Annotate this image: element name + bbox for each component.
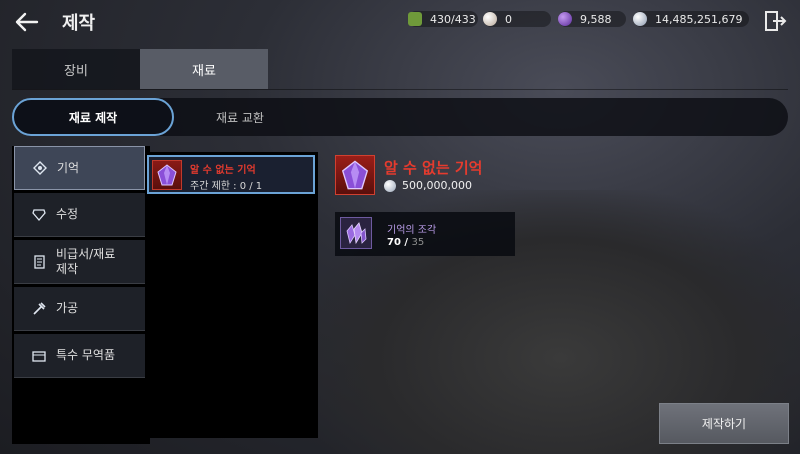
detail-item-name: 알 수 없는 기억 <box>384 159 483 177</box>
purple-crystal-icon <box>157 164 177 186</box>
green-shield-icon <box>408 12 422 26</box>
material-owned: 70 <box>387 237 401 248</box>
currency-stamina: 430/433 <box>408 11 478 27</box>
category-crystal[interactable]: 수정 <box>14 193 145 237</box>
trade-goods-icon <box>32 349 46 363</box>
detail-cost-value: 500,000,000 <box>402 179 472 192</box>
memory-fragment-icon <box>346 222 367 245</box>
item-thumbnail <box>152 160 182 190</box>
top-bar: 제작 430/433 0 9,588 14,485,251,679 <box>0 0 800 44</box>
category-label: 기억 <box>57 160 80 175</box>
crystal-icon <box>32 208 46 222</box>
exit-door-icon[interactable] <box>764 10 788 32</box>
category-special-trade[interactable]: 특수 무역품 <box>14 334 145 378</box>
item-unknown-memory[interactable]: 알 수 없는 기억 주간 제한 : 0 / 1 <box>147 155 315 194</box>
category-label: 특수 무역품 <box>56 348 116 362</box>
subtab-material-exchange[interactable]: 재료 교환 <box>180 98 300 136</box>
scroll-icon <box>32 254 46 269</box>
category-memory[interactable]: 기억 <box>14 146 145 190</box>
subtab-material-craft[interactable]: 재료 제작 <box>12 98 174 136</box>
tab-materials[interactable]: 재료 <box>140 49 268 89</box>
detail-cost: 500,000,000 <box>384 179 472 192</box>
item-weekly-limit: 주간 제한 : 0 / 1 <box>190 181 263 192</box>
material-name: 기억의 조각 <box>387 225 437 236</box>
category-processing[interactable]: 가공 <box>14 287 145 331</box>
pearl-icon <box>483 12 497 26</box>
item-list-panel <box>146 152 318 438</box>
category-label: 가공 <box>56 301 79 315</box>
purple-crystal-icon <box>341 160 369 190</box>
currency-value: 14,485,251,679 <box>655 12 743 26</box>
currency-silver: 14,485,251,679 <box>633 11 749 27</box>
hammer-icon <box>32 301 46 316</box>
material-thumbnail <box>340 217 372 249</box>
currency-value: 0 <box>505 12 512 26</box>
back-arrow-icon[interactable] <box>12 8 42 36</box>
craft-button[interactable]: 제작하기 <box>659 403 789 444</box>
currency-pearl: 0 <box>483 11 551 27</box>
silver-coin-icon <box>384 179 396 192</box>
memory-icon <box>33 161 47 175</box>
material-separator: / <box>400 237 412 248</box>
category-label: 비급서/재료 제작 <box>56 246 116 276</box>
item-name: 알 수 없는 기억 <box>190 165 256 176</box>
category-scroll-material[interactable]: 비급서/재료 제작 <box>14 240 145 284</box>
tab-divider <box>12 89 788 90</box>
material-slot[interactable]: 기억의 조각 70 / 35 <box>335 212 515 256</box>
currency-value: 430/433 <box>430 12 476 26</box>
silver-coin-icon <box>633 12 647 26</box>
material-count: 70 / 35 <box>387 237 424 248</box>
category-label: 수정 <box>56 207 79 221</box>
material-required: 35 <box>411 237 425 248</box>
detail-item-thumbnail <box>335 155 375 195</box>
currency-value: 9,588 <box>580 12 612 26</box>
purple-orb-icon <box>558 12 572 26</box>
tab-equipment[interactable]: 장비 <box>12 49 140 89</box>
currency-purple: 9,588 <box>558 11 626 27</box>
page-title: 제작 <box>62 13 96 34</box>
